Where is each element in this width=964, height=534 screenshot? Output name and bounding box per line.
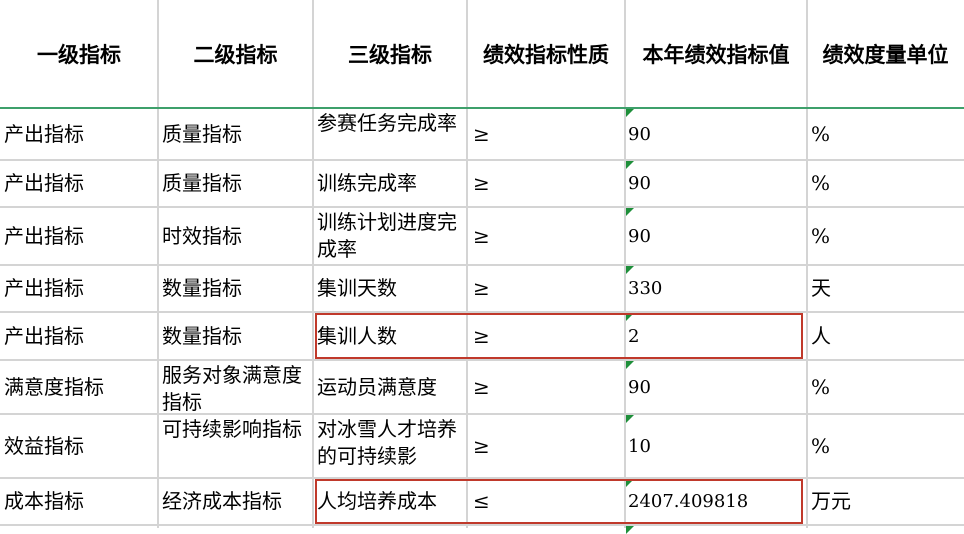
cell-nature[interactable]: ≥ [467, 414, 625, 478]
cell-unit[interactable]: % [807, 414, 964, 478]
cell-value[interactable]: 90 [625, 360, 807, 414]
cell-value[interactable]: 90 [625, 108, 807, 160]
highlight-box [315, 313, 803, 359]
cell-note-marker [626, 266, 634, 274]
header-separator [0, 107, 964, 109]
cell-unit[interactable]: 万元 [807, 478, 964, 525]
grid-line [0, 359, 964, 361]
cell-nature[interactable]: ≥ [467, 160, 625, 207]
cell-note-marker [626, 526, 634, 534]
cell-level3[interactable]: 集训天数 [313, 265, 467, 312]
cell-value[interactable]: 90 [625, 207, 807, 265]
cell-level1[interactable]: 产出指标 [0, 160, 158, 207]
cell-level2[interactable]: 数量指标 [158, 265, 313, 312]
cell-level2[interactable]: 质量指标 [158, 108, 313, 160]
cell-level3[interactable]: 训练计划进度完成率 [313, 207, 467, 265]
cell-note-marker [626, 161, 634, 169]
cell-note-marker [626, 208, 634, 216]
cell-level3[interactable]: 对冰雪人才培养的可持续影 [313, 414, 467, 478]
cell-level1[interactable]: 产出指标 [0, 207, 158, 265]
highlight-box [315, 479, 803, 524]
header-level2[interactable]: 二级指标 [158, 0, 313, 108]
cell-value[interactable]: 90 [625, 160, 807, 207]
cell-level3[interactable]: 参赛任务完成率 [313, 108, 467, 160]
header-level3[interactable]: 三级指标 [313, 0, 467, 108]
grid-line [0, 264, 964, 266]
cell-level1[interactable]: 产出指标 [0, 312, 158, 360]
cell-note-marker [626, 415, 634, 423]
cell-level1[interactable]: 效益指标 [0, 414, 158, 478]
header-unit[interactable]: 绩效度量单位 [807, 0, 964, 108]
grid-line [0, 159, 964, 161]
cell-level2[interactable]: 服务对象满意度指标 [158, 360, 313, 414]
cell-nature[interactable]: ≥ [467, 265, 625, 312]
cell-level1[interactable]: 产出指标 [0, 265, 158, 312]
cell-unit[interactable]: % [807, 360, 964, 414]
cell-note-marker [626, 109, 634, 117]
cell-level3[interactable]: 运动员满意度 [313, 360, 467, 414]
cell-level2[interactable]: 质量指标 [158, 160, 313, 207]
cell-unit[interactable]: % [807, 108, 964, 160]
cell-level1[interactable]: 满意度指标 [0, 360, 158, 414]
header-nature[interactable]: 绩效指标性质 [467, 0, 625, 108]
cell-unit[interactable]: % [807, 207, 964, 265]
cell-level3[interactable]: 训练完成率 [313, 160, 467, 207]
cell-unit[interactable]: 人 [807, 312, 964, 360]
spreadsheet-grid[interactable]: 一级指标 二级指标 三级指标 绩效指标性质 本年绩效指标值 绩效度量单位 产出指标 质量指标参… [0, 0, 964, 534]
cell-unit[interactable]: 天 [807, 265, 964, 312]
cell-value[interactable]: 10 [625, 414, 807, 478]
cell-note-marker [626, 361, 634, 369]
header-level1[interactable]: 一级指标 [0, 0, 158, 108]
cell-level1[interactable]: 成本指标 [0, 478, 158, 525]
cell-level1[interactable]: 产出指标 [0, 108, 158, 160]
cell-nature[interactable]: ≥ [467, 360, 625, 414]
header-value[interactable]: 本年绩效指标值 [625, 0, 807, 108]
grid-line [0, 524, 964, 526]
cell-level2[interactable]: 时效指标 [158, 207, 313, 265]
cell-level2[interactable]: 经济成本指标 [158, 478, 313, 525]
grid-line [0, 206, 964, 208]
cell-value[interactable]: 330 [625, 265, 807, 312]
cell-level2[interactable]: 可持续影响指标 [158, 414, 313, 478]
grid-line [0, 413, 964, 415]
cell-nature[interactable]: ≥ [467, 108, 625, 160]
cell-unit[interactable]: % [807, 160, 964, 207]
cell-nature[interactable]: ≥ [467, 207, 625, 265]
cell-level2[interactable]: 数量指标 [158, 312, 313, 360]
